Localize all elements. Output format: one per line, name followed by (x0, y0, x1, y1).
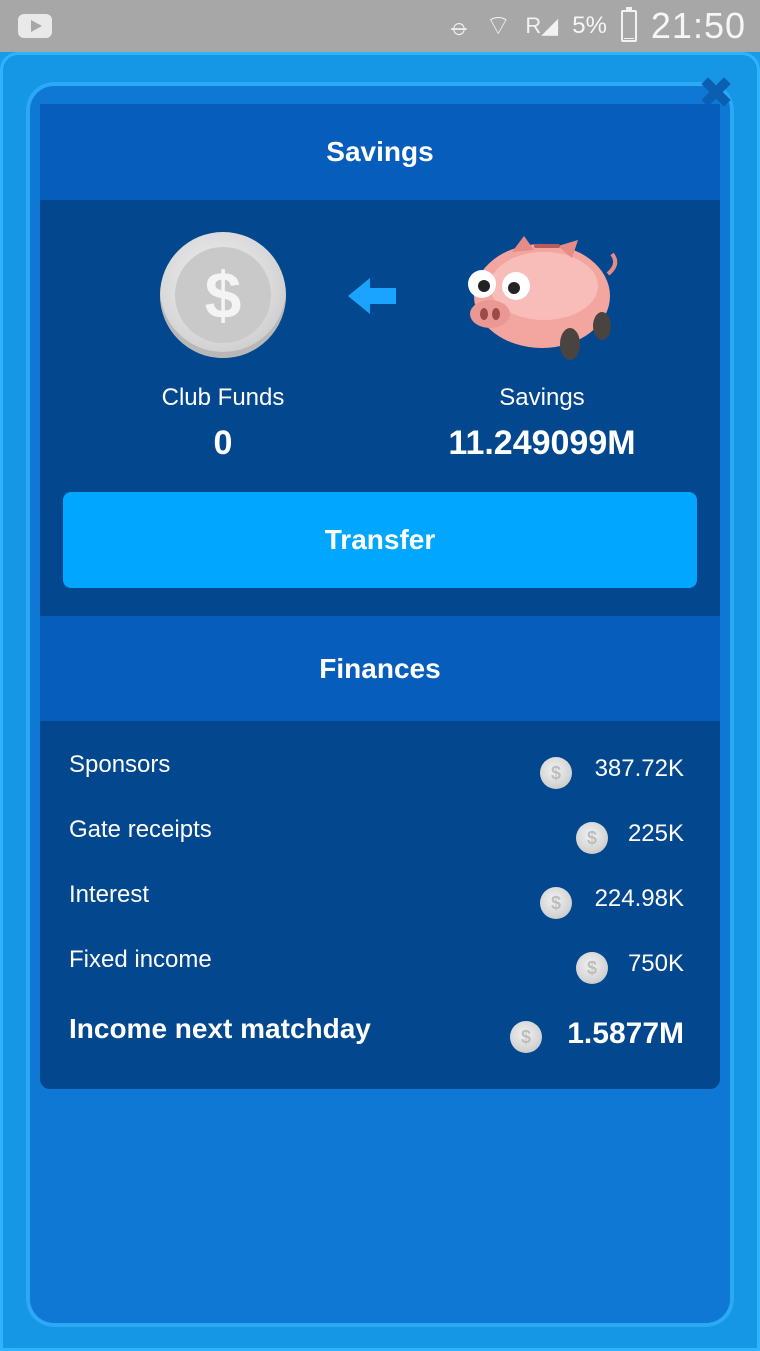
status-bar: ⦵ ⌔ R◢ 5% 21:50 (0, 0, 760, 52)
finances-title: Finances (319, 652, 441, 684)
savings-header: Savings (40, 104, 720, 200)
total-label: Income next matchday (69, 1013, 371, 1044)
finances-panel: Sponsors $ 387.72K Gate receipts $ 225K … (40, 721, 720, 1089)
finance-row-sponsors: Sponsors $ 387.72K (40, 751, 720, 791)
coin-icon: $ (576, 952, 608, 984)
clock: 21:50 (650, 5, 746, 46)
finance-row-income-next-matchday: Income next matchday $ 1.5877M (40, 1013, 720, 1053)
arrow-left-icon (348, 278, 396, 314)
finance-row-gate-receipts: Gate receipts $ 225K (40, 816, 720, 856)
battery-icon (620, 7, 637, 42)
finance-value: 387.72K (594, 755, 684, 782)
savings-panel: $ Club Funds 0 Savings 11.249099M Transf… (40, 200, 720, 616)
wifi-icon: ⌔ (485, 10, 512, 41)
coin-icon: $ (510, 1021, 542, 1053)
savings-label: Savings (499, 384, 585, 411)
savings-title: Savings (326, 136, 434, 167)
finance-value: 750K (627, 950, 684, 977)
youtube-notification-icon (18, 14, 52, 38)
transfer-button[interactable]: Transfer (63, 492, 697, 588)
club-funds-value: 0 (213, 424, 233, 462)
club-funds-coin-icon: $ (160, 232, 286, 358)
coin-icon: $ (576, 822, 608, 854)
finance-row-fixed-income: Fixed income $ 750K (40, 946, 720, 986)
coin-icon: $ (540, 887, 572, 919)
club-funds-label: Club Funds (161, 384, 285, 411)
battery-percent: 5% (572, 12, 607, 39)
coin-icon: $ (540, 757, 572, 789)
finances-header: Finances (40, 616, 720, 721)
finance-value: 225K (627, 820, 684, 847)
finance-value: 224.98K (594, 885, 684, 912)
signal-icon: R◢ (525, 13, 559, 38)
status-indicators: ⦵ ⌔ R◢ 5% 21:50 (448, 4, 747, 48)
savings-value: 11.249099M (448, 424, 636, 462)
dialog-content: Savings $ Club Funds 0 Savings 11.249099… (40, 104, 720, 1089)
finance-label: Fixed income (69, 946, 212, 973)
vibrate-mute-icon: ⦵ (447, 10, 472, 41)
total-value: 1.5877M (567, 1017, 684, 1050)
finance-label: Gate receipts (69, 816, 212, 843)
finance-row-interest: Interest $ 224.98K (40, 881, 720, 921)
finance-label: Sponsors (69, 751, 171, 778)
piggy-bank-icon (468, 236, 618, 360)
finance-label: Interest (69, 881, 150, 908)
